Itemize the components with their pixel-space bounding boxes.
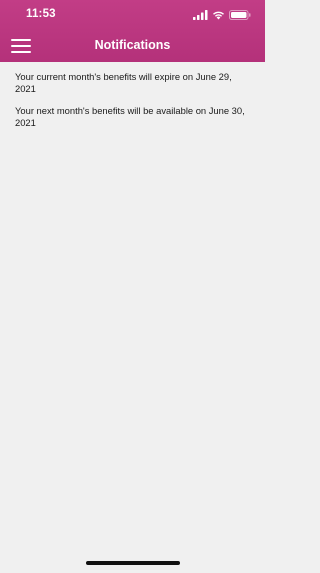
page-title: Notifications — [94, 38, 171, 52]
wifi-icon — [213, 11, 224, 20]
home-indicator — [86, 561, 180, 565]
nav-bar: Notifications — [0, 30, 265, 62]
status-bar: 11:53 — [0, 0, 265, 28]
battery-icon — [229, 10, 251, 20]
status-icons — [193, 9, 251, 21]
status-time: 11:53 — [26, 8, 56, 20]
notification-item: Your next month's benefits will be avail… — [15, 105, 245, 128]
app-header: 11:53 Notifications — [0, 0, 265, 62]
signal-icon — [193, 10, 208, 20]
notifications-list: Your current month's benefits will expir… — [0, 62, 265, 139]
notification-item: Your current month's benefits will expir… — [15, 71, 232, 94]
